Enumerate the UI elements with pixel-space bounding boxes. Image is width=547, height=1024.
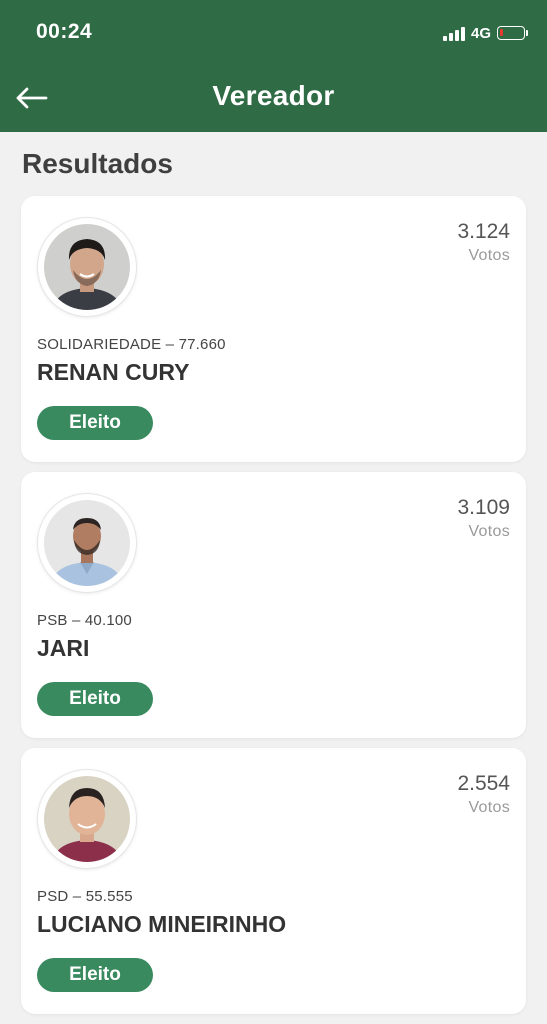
candidate-card[interactable]: 3.124 Votos SOLIDARIEDADE – 77.660 RENAN… [21,196,526,462]
candidate-card[interactable]: 3.109 Votos PSB – 40.100 JARI Eleito [21,472,526,738]
avatar [38,770,136,868]
candidate-name: JARI [37,635,90,661]
network-type: 4G [470,24,491,42]
party-number: SOLIDARIEDADE – 77.660 [37,336,226,353]
app-header: 00:24 4G Vereador [0,0,547,132]
avatar [38,218,136,316]
party-number: PSB – 40.100 [37,612,132,629]
votes-label: Votos [468,523,510,540]
votes-count: 3.109 [457,496,510,519]
status-time: 00:24 [36,20,93,43]
status-badge: Eleito [37,406,153,440]
candidate-photo [44,776,130,862]
votes-label: Votos [468,247,510,264]
status-indicators: 4G [442,22,528,44]
candidate-card[interactable]: 2.554 Votos PSD – 55.555 LUCIANO MINEIRI… [21,748,526,1014]
avatar [38,494,136,592]
party-number: PSD – 55.555 [37,888,133,905]
page-title: Vereador [212,80,335,111]
candidate-photo [44,224,130,310]
candidate-name: LUCIANO MINEIRINHO [37,911,287,937]
section-title: Resultados [22,148,173,179]
candidate-name: RENAN CURY [37,359,190,385]
votes: 2.554 Votos [457,772,510,817]
status-badge: Eleito [37,682,153,716]
candidate-photo [44,500,130,586]
votes: 3.109 Votos [457,496,510,541]
votes-count: 2.554 [457,772,510,795]
battery-icon [497,26,528,40]
votes: 3.124 Votos [457,220,510,265]
signal-icon [442,25,465,41]
votes-count: 3.124 [457,220,510,243]
votes-label: Votos [468,799,510,816]
status-badge: Eleito [37,958,153,992]
